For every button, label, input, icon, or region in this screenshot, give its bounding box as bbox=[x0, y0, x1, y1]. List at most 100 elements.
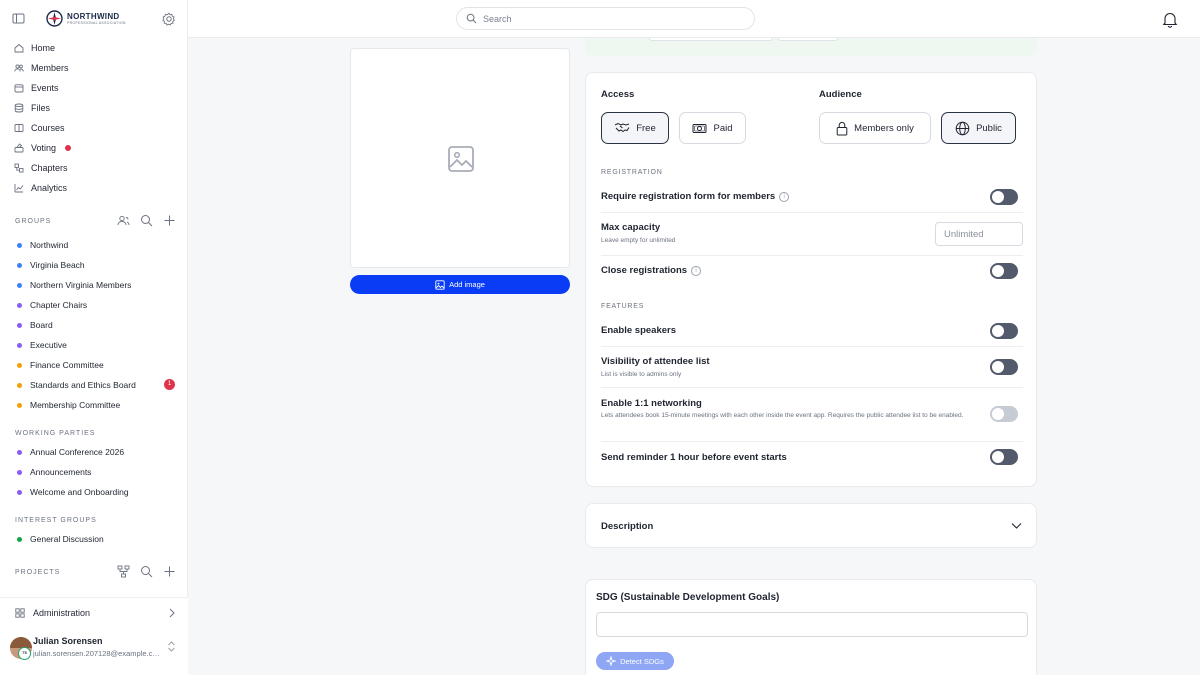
nav-item-events[interactable]: Events bbox=[0, 78, 188, 98]
group-dot bbox=[17, 382, 22, 388]
administration-link[interactable]: Administration bbox=[0, 598, 188, 628]
top-bar bbox=[188, 0, 1200, 38]
group-label: Executive bbox=[30, 340, 67, 350]
enable-speakers-toggle[interactable] bbox=[990, 323, 1018, 339]
calendar-icon bbox=[14, 84, 24, 93]
add-image-button[interactable]: Add image bbox=[350, 275, 570, 294]
chapters-icon bbox=[14, 163, 24, 173]
row-title-text: Visibility of attendee list bbox=[601, 356, 710, 367]
nav-label: Files bbox=[31, 103, 51, 113]
groups-heading: GROUPS bbox=[0, 211, 188, 231]
group-item[interactable]: Finance Committee bbox=[0, 355, 188, 375]
sidebar-header: NORTHWIND PROFESSIONAL ASSOCIATION bbox=[0, 0, 188, 38]
row-title: Enable 1:1 networking bbox=[601, 398, 702, 409]
plus-icon[interactable] bbox=[163, 214, 176, 227]
audience-members-only-option[interactable]: Members only bbox=[819, 112, 931, 144]
nav-item-voting[interactable]: Voting bbox=[0, 138, 188, 158]
description-title: Description bbox=[601, 521, 654, 532]
globe-icon bbox=[955, 121, 970, 135]
compass-logo-icon bbox=[46, 10, 63, 27]
banner-button-stub[interactable] bbox=[649, 38, 773, 41]
sdg-title: SDG (Sustainable Development Goals) bbox=[596, 592, 780, 603]
interest-groups-heading-label: INTEREST GROUPS bbox=[15, 516, 97, 524]
analytics-icon bbox=[14, 184, 24, 193]
gear-icon[interactable] bbox=[162, 12, 176, 26]
search-icon[interactable] bbox=[140, 214, 153, 227]
handshake-icon bbox=[614, 122, 630, 133]
group-item[interactable]: Executive bbox=[0, 335, 188, 355]
user-menu[interactable]: 75 Julian Sorensen julian.sorensen.20712… bbox=[0, 628, 188, 675]
group-dot bbox=[17, 469, 22, 475]
add-member-icon[interactable] bbox=[117, 214, 130, 227]
nav-item-files[interactable]: Files bbox=[0, 98, 188, 118]
search-box[interactable] bbox=[456, 7, 755, 30]
user-email: julian.sorensen.207128@example.com bbox=[33, 649, 161, 658]
audience-label: Audience bbox=[819, 89, 862, 100]
sidebar-toggle-icon[interactable] bbox=[12, 12, 25, 25]
group-dot bbox=[17, 302, 22, 308]
group-item[interactable]: Membership Committee bbox=[0, 395, 188, 415]
group-item[interactable]: Chapter Chairs bbox=[0, 295, 188, 315]
nav-item-home[interactable]: Home bbox=[0, 38, 188, 58]
event-settings-card: Access Audience Free Paid Members only P… bbox=[585, 72, 1037, 487]
brand-logo[interactable]: NORTHWIND PROFESSIONAL ASSOCIATION bbox=[46, 10, 126, 27]
require-registration-row: Require registration form for members i bbox=[601, 181, 1023, 213]
row-title-text: Enable 1:1 networking bbox=[601, 398, 702, 409]
detect-sdgs-button[interactable]: Detect SDGs bbox=[596, 652, 674, 670]
networking-toggle[interactable] bbox=[990, 406, 1018, 422]
working-party-item[interactable]: Announcements bbox=[0, 462, 188, 482]
nav-item-chapters[interactable]: Chapters bbox=[0, 158, 188, 178]
working-party-item[interactable]: Annual Conference 2026 bbox=[0, 442, 188, 462]
group-dot bbox=[17, 489, 22, 495]
nav-item-members[interactable]: Members bbox=[0, 58, 188, 78]
group-item[interactable]: Northwind bbox=[0, 235, 188, 255]
progress-badge: 75 bbox=[18, 647, 31, 660]
group-dot bbox=[17, 342, 22, 348]
row-title: Require registration form for members i bbox=[601, 191, 790, 202]
banknote-icon bbox=[692, 123, 707, 133]
interest-group-item[interactable]: General Discussion bbox=[0, 529, 188, 549]
access-paid-option[interactable]: Paid bbox=[679, 112, 746, 144]
user-name: Julian Sorensen bbox=[33, 636, 103, 646]
detect-sdgs-label: Detect SDGs bbox=[620, 656, 664, 666]
sdg-card: SDG (Sustainable Development Goals) Dete… bbox=[585, 579, 1037, 675]
image-placeholder-icon bbox=[448, 146, 474, 172]
info-icon[interactable]: i bbox=[691, 265, 702, 276]
hierarchy-icon[interactable] bbox=[117, 565, 130, 578]
close-registrations-toggle[interactable] bbox=[990, 263, 1018, 279]
groups-heading-label: GROUPS bbox=[15, 217, 52, 225]
row-title: Visibility of attendee list bbox=[601, 356, 710, 367]
nav-item-courses[interactable]: Courses bbox=[0, 118, 188, 138]
group-label: Announcements bbox=[30, 467, 92, 477]
group-item[interactable]: Standards and Ethics Board 1 bbox=[0, 375, 188, 395]
info-icon[interactable]: i bbox=[779, 191, 790, 202]
group-label: Chapter Chairs bbox=[30, 300, 88, 310]
description-accordion[interactable]: Description bbox=[585, 503, 1037, 548]
files-icon bbox=[14, 103, 24, 113]
attendee-list-toggle[interactable] bbox=[990, 359, 1018, 375]
administration-label: Administration bbox=[33, 608, 91, 618]
nav-label: Analytics bbox=[31, 183, 68, 193]
row-title: Close registrations i bbox=[601, 265, 702, 276]
main-nav: Home Members Events Files Courses Voting… bbox=[0, 38, 188, 198]
row-title: Max capacity bbox=[601, 222, 660, 233]
sdg-input[interactable] bbox=[596, 612, 1028, 637]
require-registration-toggle[interactable] bbox=[990, 189, 1018, 205]
search-icon[interactable] bbox=[140, 565, 153, 578]
nav-item-analytics[interactable]: Analytics bbox=[0, 178, 188, 198]
banner-button-stub[interactable] bbox=[778, 38, 838, 41]
search-input[interactable] bbox=[483, 13, 723, 24]
registration-caption: REGISTRATION bbox=[601, 169, 663, 176]
plus-icon[interactable] bbox=[163, 565, 176, 578]
group-item[interactable]: Northern Virginia Members bbox=[0, 275, 188, 295]
group-item[interactable]: Board bbox=[0, 315, 188, 335]
audience-public-option[interactable]: Public bbox=[941, 112, 1016, 144]
max-capacity-input[interactable] bbox=[935, 222, 1023, 246]
working-party-item[interactable]: Welcome and Onboarding bbox=[0, 482, 188, 502]
event-image-placeholder[interactable] bbox=[350, 48, 570, 268]
access-free-option[interactable]: Free bbox=[601, 112, 669, 144]
group-item[interactable]: Virginia Beach bbox=[0, 255, 188, 275]
reminder-toggle[interactable] bbox=[990, 449, 1018, 465]
group-dot bbox=[17, 362, 22, 368]
bell-icon[interactable] bbox=[1162, 11, 1178, 28]
